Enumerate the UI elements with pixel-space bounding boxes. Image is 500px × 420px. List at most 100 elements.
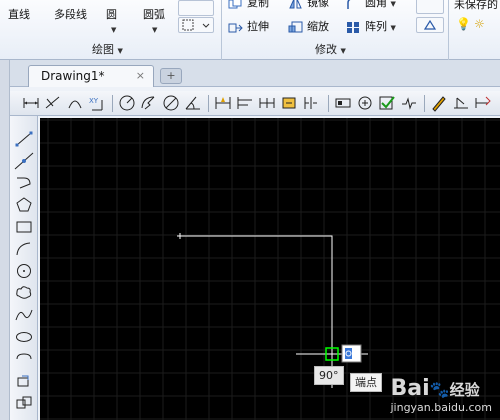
dimension-break-button[interactable] — [302, 94, 320, 112]
baseline-dimension-icon — [237, 97, 252, 109]
radius-dimension-button[interactable] — [118, 94, 136, 112]
rectangle-tool-button[interactable] — [14, 218, 34, 236]
linear-dimension-button[interactable] — [22, 94, 40, 112]
inspect-button[interactable] — [378, 94, 396, 112]
toolbar-separator — [328, 95, 329, 112]
aligned-dimension-icon — [45, 96, 60, 109]
polyline-button[interactable]: 多段线 — [54, 6, 87, 22]
draw-toolbar — [10, 116, 38, 420]
hatch-icon — [182, 19, 210, 31]
baseline-dimension-button[interactable] — [236, 94, 254, 112]
center-mark-button[interactable] — [356, 94, 374, 112]
left-gutter — [0, 60, 10, 420]
stretch-button[interactable]: 拉伸 — [228, 20, 269, 34]
revision-cloud-icon — [16, 286, 32, 299]
arc-button[interactable]: 圆弧 — [143, 6, 165, 22]
tolerance-icon — [335, 98, 351, 108]
modify-panel-label[interactable]: 修改 ▼ — [315, 42, 346, 58]
ellipse-tool-button[interactable] — [14, 328, 34, 346]
insert-block-button[interactable] — [14, 372, 34, 390]
copy-button[interactable]: 复制 — [228, 0, 269, 10]
dimension-edit-button[interactable] — [430, 94, 448, 112]
copy-label: 复制 — [247, 0, 269, 9]
fillet-icon — [346, 0, 361, 10]
scale-label: 缩放 — [307, 20, 329, 33]
polyline-icon — [17, 177, 31, 189]
fillet-label: 圆角 — [365, 0, 387, 9]
draw-panel-label[interactable]: 绘图 ▼ — [92, 42, 123, 58]
dimension-edit-icon — [432, 96, 446, 112]
erase-icon — [423, 19, 437, 30]
arc-length-button[interactable] — [66, 94, 84, 112]
ordinate-dimension-button[interactable]: XY — [88, 94, 106, 112]
tolerance-button[interactable] — [334, 94, 352, 112]
ribbon: 直线 多段线 圆 圆弧 ▼ ▼ 绘图 ▼ 复制 镜像 圆角 ▼ 拉伸 缩放 阵列… — [0, 0, 500, 60]
array-icon — [346, 21, 361, 34]
line-tool-button[interactable] — [14, 130, 34, 148]
polygon-tool-button[interactable] — [14, 196, 34, 214]
line-icon — [15, 131, 33, 147]
mirror-icon — [288, 0, 303, 10]
fillet-button[interactable]: 圆角 ▼ — [346, 0, 396, 11]
dimension-space-icon — [282, 97, 296, 109]
array-button[interactable]: 阵列 ▼ — [346, 20, 396, 35]
ellipse-arc-tool-button[interactable] — [14, 350, 34, 368]
make-block-icon — [16, 396, 32, 409]
continue-dimension-button[interactable] — [258, 94, 276, 112]
drawing-canvas[interactable]: 90° 端点 Bai🐾经验 jingyan.baidu.com — [40, 118, 500, 420]
paw-icon: 🐾 — [429, 380, 450, 399]
drawn-line — [180, 235, 333, 350]
construction-line-button[interactable] — [14, 152, 34, 170]
dimension-space-button[interactable] — [280, 94, 298, 112]
spline-tool-button[interactable] — [14, 306, 34, 324]
arc-length-icon — [68, 100, 82, 109]
dimension-text-edit-button[interactable] — [452, 94, 470, 112]
polygon-icon — [16, 197, 32, 212]
close-icon[interactable]: × — [136, 69, 145, 82]
inspect-icon — [379, 96, 395, 110]
diameter-dimension-button[interactable] — [162, 94, 180, 112]
mirror-button[interactable]: 镜像 — [288, 0, 329, 10]
watermark-url: jingyan.baidu.com — [390, 401, 492, 414]
new-tab-button[interactable]: + — [160, 68, 182, 84]
circle-dropdown-icon[interactable]: ▼ — [111, 26, 116, 34]
scale-button[interactable]: 缩放 — [288, 20, 329, 34]
make-block-button[interactable] — [14, 394, 34, 412]
jogged-dimension-button[interactable] — [140, 94, 158, 112]
array-label: 阵列 — [365, 20, 387, 33]
angular-dimension-button[interactable] — [184, 94, 202, 112]
circle-button[interactable]: 圆 — [106, 6, 117, 22]
hatch-button[interactable] — [178, 17, 214, 33]
angular-dimension-icon — [185, 96, 200, 110]
arc-dropdown-icon[interactable]: ▼ — [152, 26, 157, 34]
dimension-update-button[interactable] — [474, 94, 492, 112]
circle-tool-button[interactable] — [14, 262, 34, 280]
tab-drawing1[interactable]: Drawing1* × — [28, 65, 154, 87]
sun-icon[interactable]: ☼ — [474, 17, 485, 31]
circle-icon — [17, 264, 31, 278]
arc-tool-button[interactable] — [14, 240, 34, 258]
aligned-dimension-button[interactable] — [44, 94, 62, 112]
layer-state-label[interactable]: 未保存的 — [454, 0, 498, 12]
panel-separator — [448, 0, 449, 60]
ellipse-arc-icon — [16, 353, 32, 360]
rectangle-icon — [16, 221, 32, 233]
quick-dimension-icon — [215, 97, 231, 109]
snap-tooltip: 端点 — [350, 373, 382, 392]
revision-cloud-button[interactable] — [14, 284, 34, 302]
modify-extra-button[interactable] — [416, 17, 444, 33]
draw-extra-button-top[interactable] — [178, 0, 214, 16]
ordinate-dimension-icon: XY — [89, 97, 103, 111]
line-button[interactable]: 直线 — [8, 6, 30, 22]
continue-dimension-icon — [259, 98, 275, 108]
tab-label: Drawing1* — [41, 69, 105, 83]
jogged-linear-button[interactable] — [400, 94, 418, 112]
stretch-label: 拉伸 — [247, 20, 269, 33]
quick-dimension-button[interactable] — [214, 94, 232, 112]
lightbulb-icon[interactable]: 💡 — [456, 17, 471, 31]
watermark-brand2: 经验 — [449, 381, 480, 399]
modify-extra-button-top[interactable] — [416, 0, 444, 14]
polyline-tool-button[interactable] — [14, 174, 34, 192]
baidu-watermark: Bai🐾经验 jingyan.baidu.com — [390, 378, 492, 415]
linear-dimension-icon — [23, 98, 39, 108]
